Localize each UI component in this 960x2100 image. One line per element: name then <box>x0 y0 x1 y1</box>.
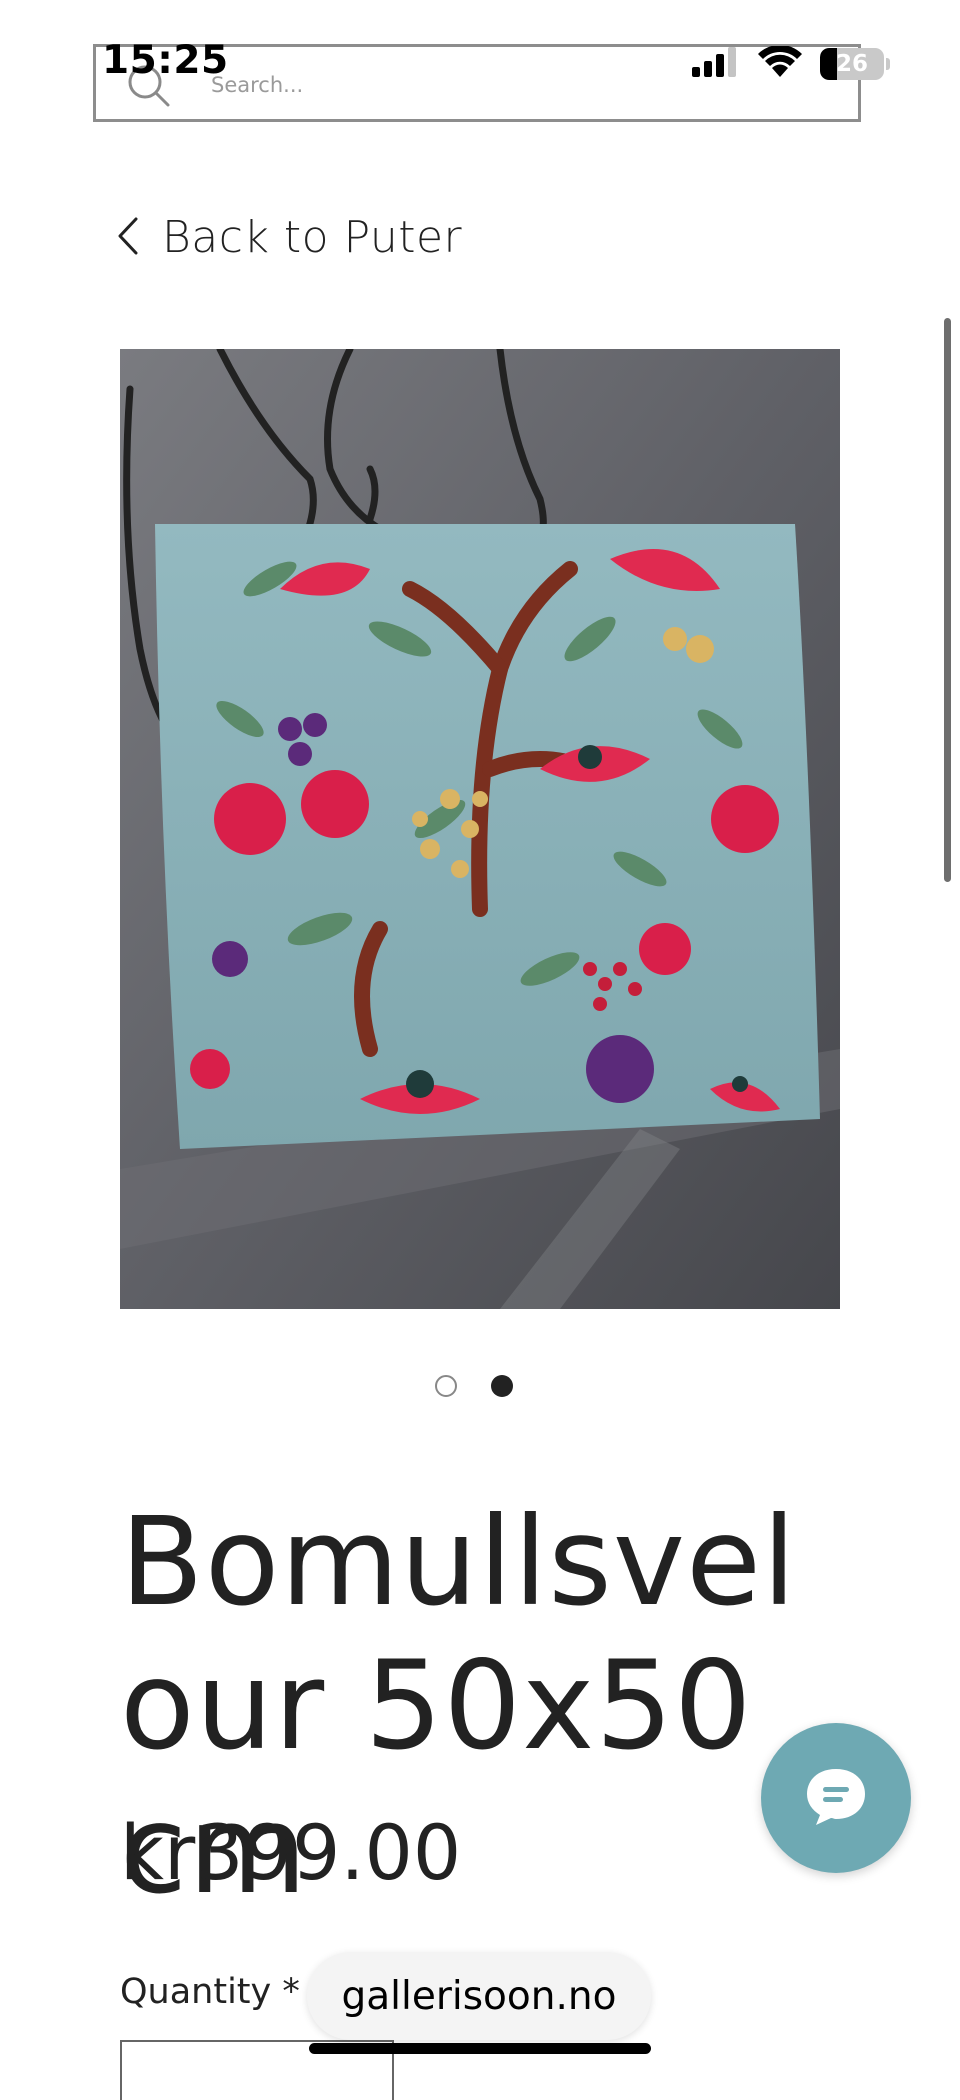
home-indicator[interactable] <box>309 2043 651 2054</box>
search-icon <box>126 63 172 113</box>
back-link-label: Back to Puter <box>162 212 463 263</box>
chat-button[interactable] <box>761 1723 911 1873</box>
page-scrollbar[interactable] <box>944 318 951 882</box>
back-link[interactable]: Back to Puter <box>116 212 462 263</box>
gallery-dot-2[interactable] <box>491 1375 513 1397</box>
search-input[interactable] <box>211 67 811 103</box>
search-bar[interactable] <box>93 44 861 122</box>
chat-bubble-icon <box>803 1765 869 1831</box>
product-image[interactable] <box>120 349 840 1309</box>
gallery-pager <box>435 1375 513 1397</box>
quantity-label: Quantity * <box>120 1972 300 2012</box>
gallery-dot-1[interactable] <box>435 1375 457 1397</box>
browser-url-pill[interactable]: gallerisoon.no <box>307 1952 651 2040</box>
product-price: kr399.00 <box>120 1808 462 1897</box>
chevron-left-icon <box>116 216 140 260</box>
